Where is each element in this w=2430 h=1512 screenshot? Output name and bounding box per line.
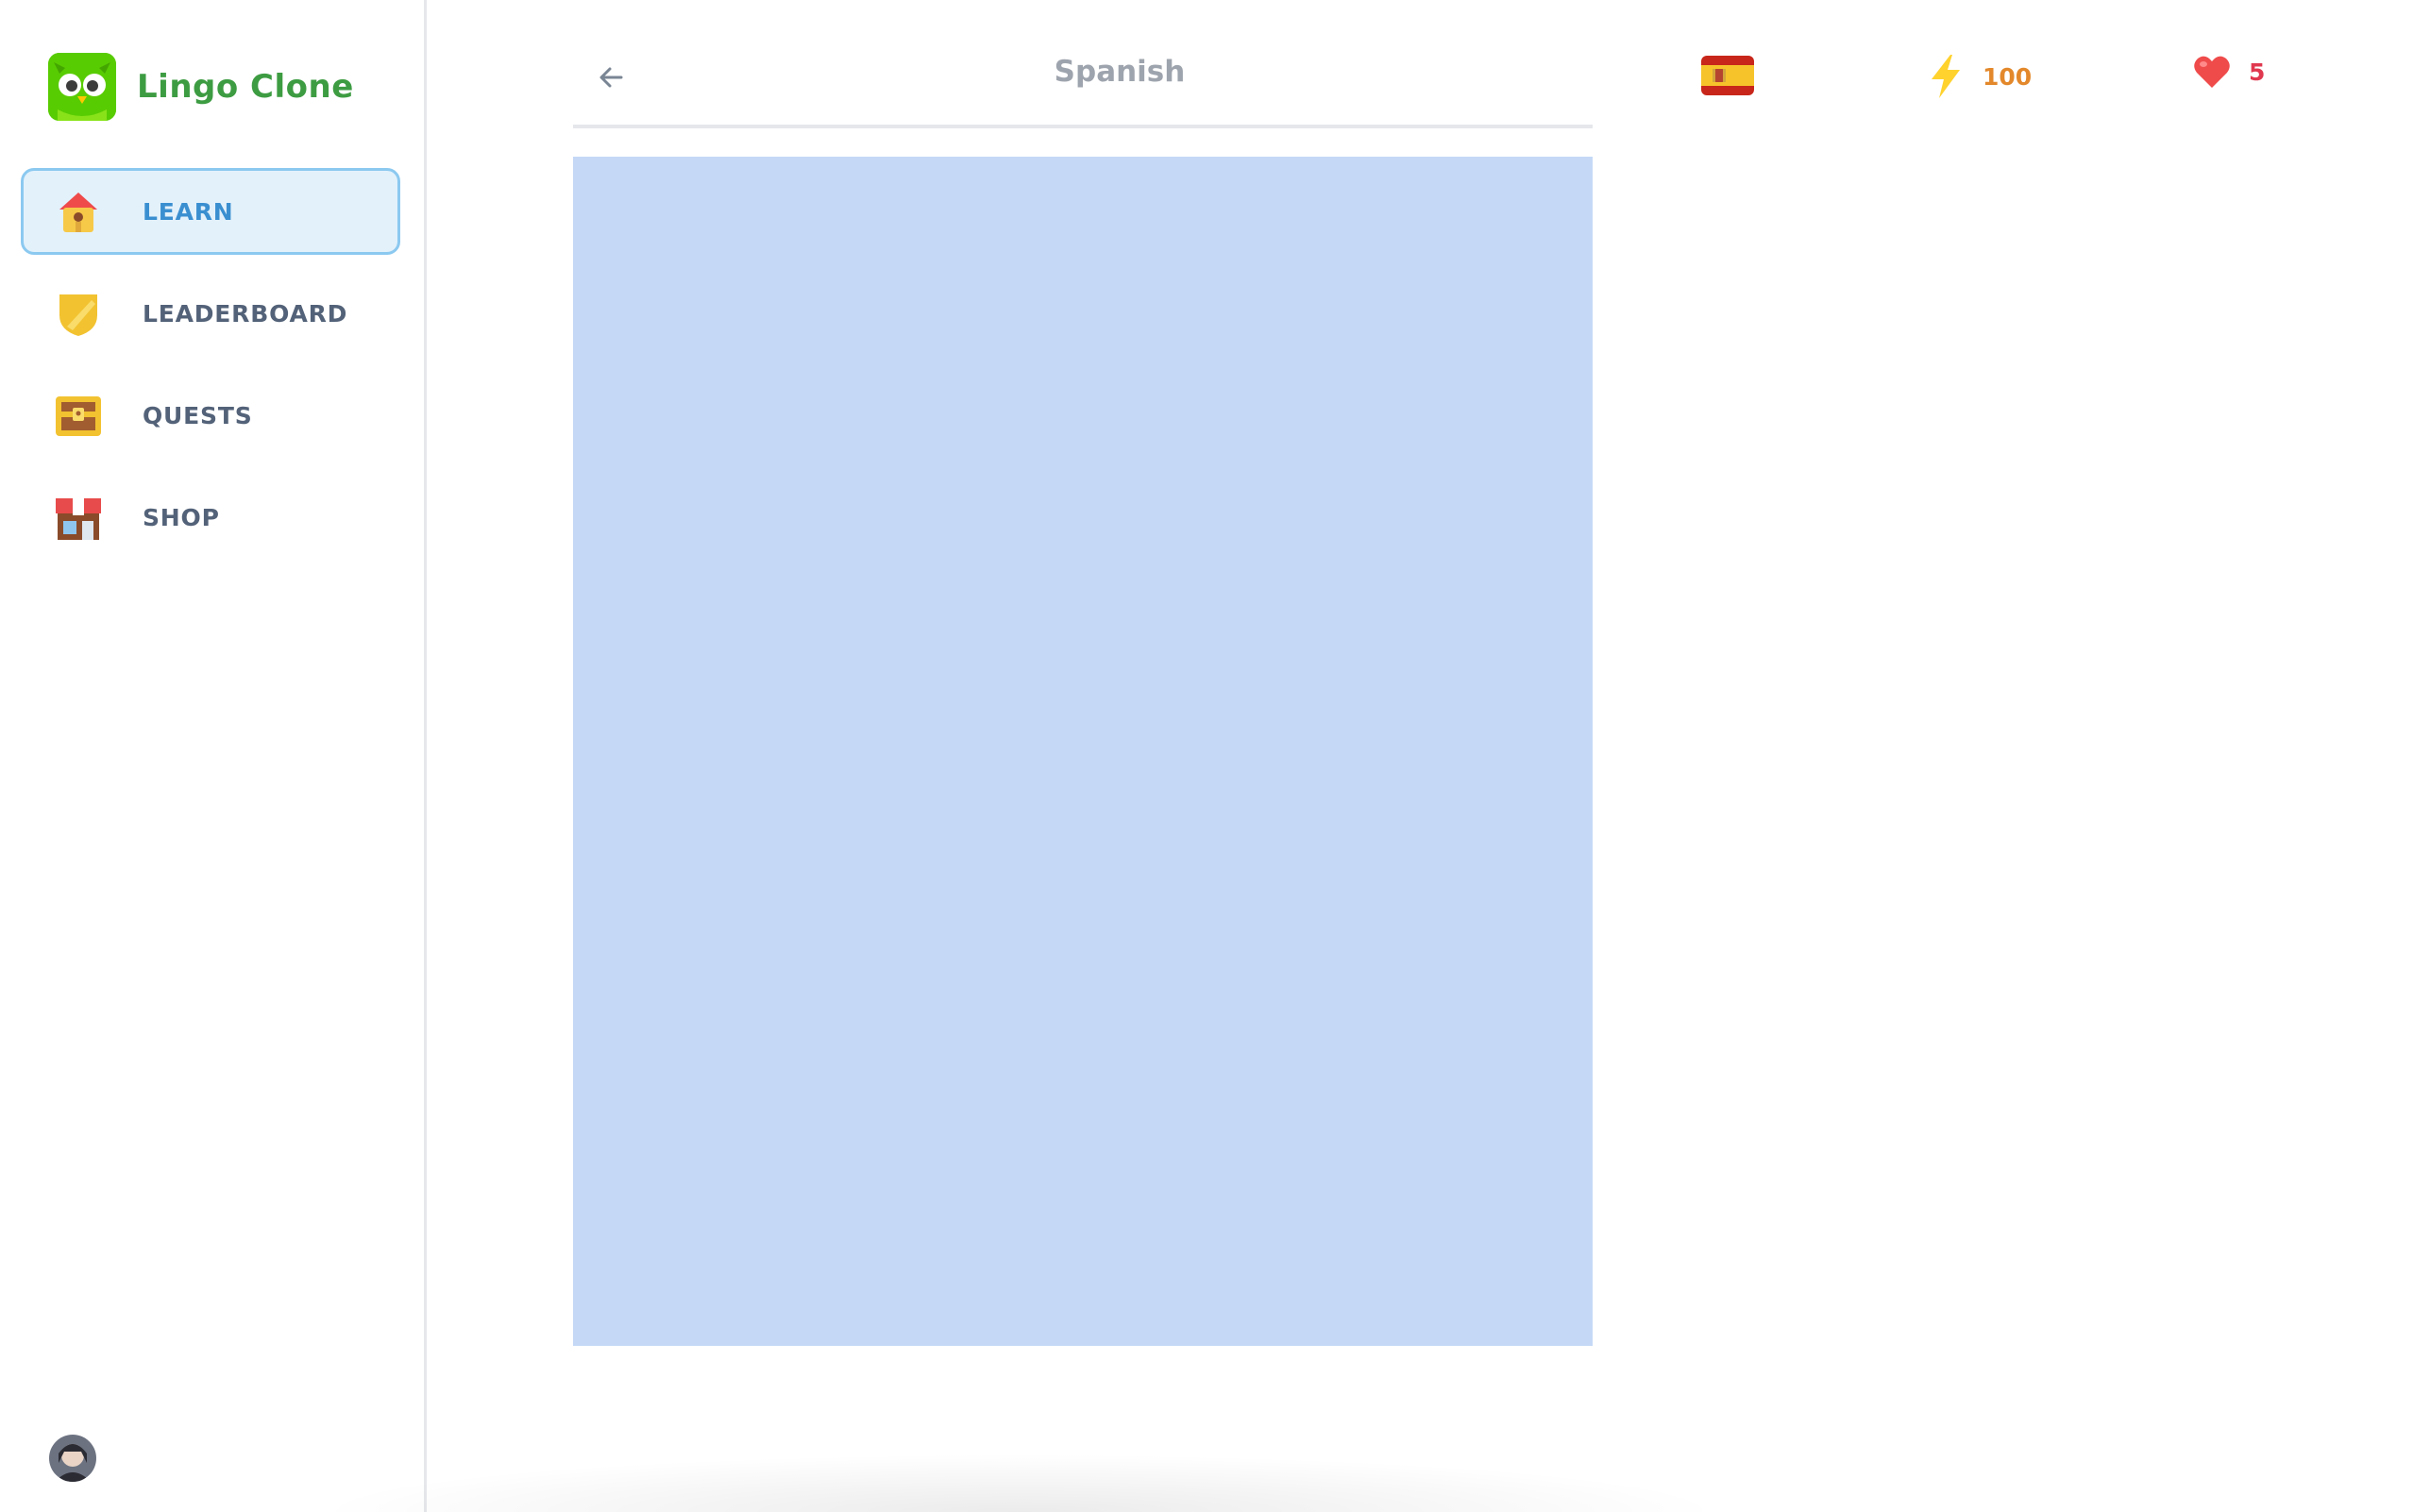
page-title: Spanish xyxy=(1054,55,1186,89)
sidebar-nav: LEARN LEADERBOARD QUESTS SHOP xyxy=(21,168,400,576)
arrow-left-icon xyxy=(599,67,623,88)
hearts-value: 5 xyxy=(2249,58,2266,86)
sidebar: Lingo Clone LEARN LEADERBOARD QUESTS SHO… xyxy=(0,0,427,1512)
house-icon xyxy=(52,185,105,238)
store-icon xyxy=(52,491,105,544)
avatar[interactable] xyxy=(49,1435,96,1482)
sidebar-item-shop[interactable]: SHOP xyxy=(21,474,400,561)
points-value: 100 xyxy=(1983,62,2033,91)
back-button[interactable] xyxy=(593,59,631,96)
header-divider xyxy=(573,125,1593,128)
treasure-chest-icon xyxy=(52,389,105,442)
lightning-icon xyxy=(1932,55,1960,98)
heart-icon xyxy=(2194,56,2230,88)
sidebar-item-quests[interactable]: QUESTS xyxy=(21,372,400,459)
app-root: Lingo Clone LEARN LEADERBOARD QUESTS SHO… xyxy=(0,0,2430,1512)
sidebar-item-learn[interactable]: LEARN xyxy=(21,168,400,255)
bottom-shadow xyxy=(312,1453,1728,1512)
brand[interactable]: Lingo Clone xyxy=(48,53,354,121)
sidebar-item-leaderboard[interactable]: LEADERBOARD xyxy=(21,270,400,357)
owl-logo-icon xyxy=(48,53,116,121)
sidebar-item-label: LEARN xyxy=(143,197,234,226)
hearts-counter[interactable]: 5 xyxy=(2192,53,2265,91)
spain-flag-icon[interactable] xyxy=(1701,56,1754,95)
points-counter[interactable]: 100 xyxy=(1926,53,2032,100)
brand-name: Lingo Clone xyxy=(137,68,354,106)
sidebar-item-label: LEADERBOARD xyxy=(143,299,348,328)
shield-icon xyxy=(52,287,105,340)
sidebar-item-label: SHOP xyxy=(143,503,220,531)
content-placeholder xyxy=(573,157,1593,1346)
sidebar-item-label: QUESTS xyxy=(143,401,253,429)
